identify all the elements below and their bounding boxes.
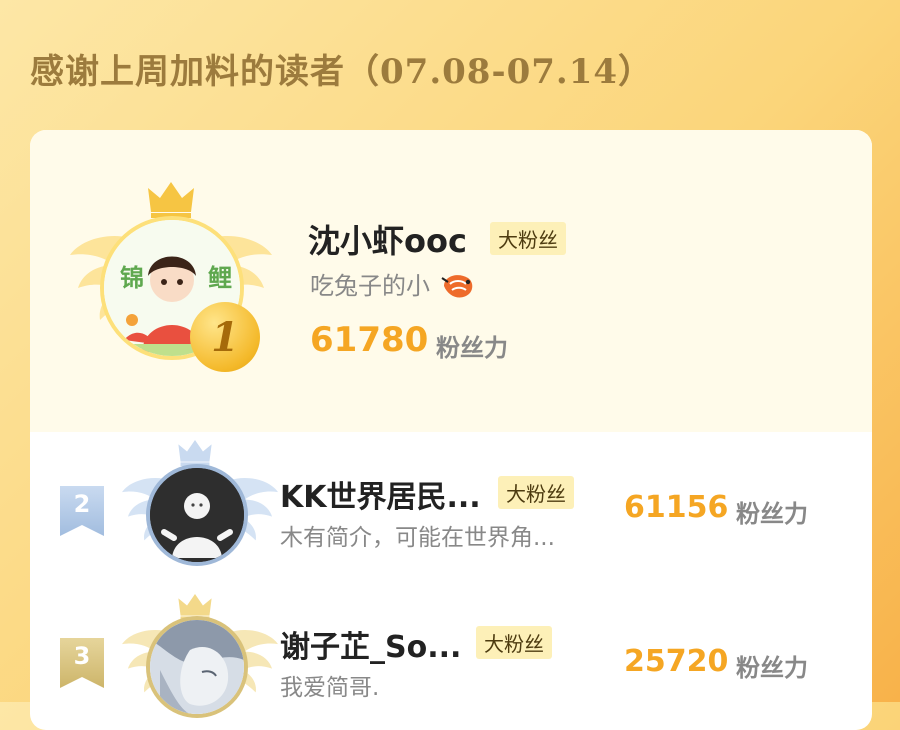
reader-name[interactable]: 谢子芷_So... <box>280 622 461 666</box>
shrimp-icon <box>441 275 472 298</box>
fan-power-unit: 粉丝力 <box>736 654 808 682</box>
page-title: 感谢上周加料的读者（07.08-07.14） <box>30 52 654 92</box>
fan-power-score: 25720 <box>624 644 729 679</box>
reader-name[interactable]: KK世界居民... <box>280 472 481 516</box>
fan-level-badge: 大粉丝 <box>476 626 552 659</box>
avatar-text-right: 鲤 <box>208 264 232 292</box>
crown-icon <box>148 182 194 218</box>
reader-bio: 吃兔子的小 <box>310 266 476 301</box>
default-avatar-icon <box>150 468 244 562</box>
avatar[interactable] <box>146 464 248 566</box>
rank-badge-1: 1 <box>190 302 260 372</box>
top-reader-section[interactable]: 锦 鲤 1 沈小虾ooc 大粉丝 吃兔子的小 61780 粉丝力 <box>30 130 872 432</box>
list-item[interactable]: 3 谢子芷_So... 大粉丝 我爱简哥. 25720 粉丝力 <box>30 590 872 730</box>
avatar-text-left: 锦 <box>120 264 144 292</box>
rank-flag-2: 2 <box>60 486 104 536</box>
reader-bio: 木有简介，可能在世界角... <box>280 525 555 551</box>
fan-power-score: 61156 <box>624 490 729 525</box>
crown-icon <box>178 440 212 466</box>
reader-name[interactable]: 沈小虾ooc <box>308 216 467 262</box>
fan-power-unit: 粉丝力 <box>436 334 508 362</box>
fan-power-unit: 粉丝力 <box>736 500 808 528</box>
fan-power-score: 61780 <box>310 320 429 360</box>
leaderboard-card: 锦 鲤 1 沈小虾ooc 大粉丝 吃兔子的小 61780 粉丝力 2 KK世界居… <box>30 130 872 730</box>
avatar[interactable] <box>146 616 248 718</box>
list-item[interactable]: 2 KK世界居民... 大粉丝 木有简介，可能在世界角... 61156 粉丝力 <box>30 432 872 592</box>
reader-bio: 我爱简哥. <box>280 675 380 701</box>
avatar-illustration <box>150 620 244 714</box>
rank-flag-3: 3 <box>60 638 104 688</box>
fan-level-badge: 大粉丝 <box>490 222 566 255</box>
fan-level-badge: 大粉丝 <box>498 476 574 509</box>
